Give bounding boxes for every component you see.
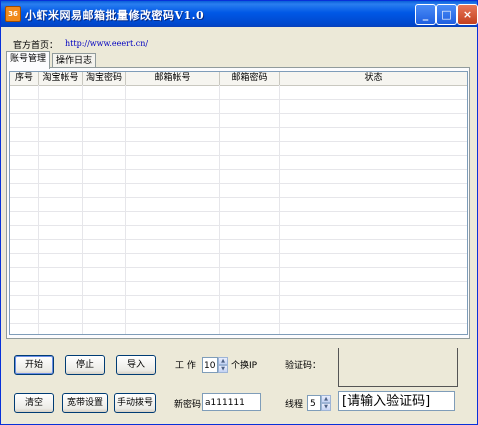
work-count-spinner[interactable]: ▲ ▼ (218, 357, 228, 373)
table-row-divider (10, 155, 467, 156)
table-row-divider (10, 253, 467, 254)
column-header-email-account[interactable]: 邮箱帐号 (126, 72, 220, 85)
table-column-divider (38, 85, 39, 334)
table-row-divider (10, 281, 467, 282)
table-row-divider (10, 183, 467, 184)
table-row-divider (10, 309, 467, 310)
manual-dial-button[interactable]: 手动拨号 (114, 393, 156, 413)
column-header-taobao-account[interactable]: 淘宝帐号 (39, 72, 83, 85)
table-row-divider (10, 169, 467, 170)
spin-down-icon[interactable]: ▼ (321, 403, 331, 411)
work-label: 工 作 (175, 361, 196, 371)
column-header-taobao-password[interactable]: 淘宝密码 (83, 72, 126, 85)
table-row-divider (10, 197, 467, 198)
homepage-label: 官方首页： (13, 41, 59, 51)
table-row-divider (10, 323, 467, 324)
tab-account-management[interactable]: 账号管理 (6, 51, 51, 69)
broadband-settings-button[interactable]: 宽带设置 (62, 393, 108, 413)
homepage-link[interactable]: http://www.eeert.cn/ (65, 39, 148, 48)
table-column-divider (82, 85, 83, 334)
table-row-divider (10, 225, 467, 226)
tab-panel: 序号 淘宝帐号 淘宝密码 邮箱帐号 邮箱密码 状态 (6, 67, 470, 339)
captcha-image (338, 348, 458, 387)
table-row-divider (10, 239, 467, 240)
title-bar[interactable]: 36 小虾米网易邮箱批量修改密码V1.0 _ □ × (1, 1, 478, 27)
column-header-index[interactable]: 序号 (10, 72, 39, 85)
table-row-divider (10, 127, 467, 128)
captcha-label: 验证码： (285, 361, 322, 371)
stop-button[interactable]: 停止 (65, 355, 105, 375)
minimize-icon: _ (422, 8, 429, 21)
table-column-divider (125, 85, 126, 334)
minimize-button[interactable]: _ (415, 4, 436, 25)
window-title: 小虾米网易邮箱批量修改密码V1.0 (25, 9, 205, 22)
table-row-divider (10, 211, 467, 212)
account-table[interactable]: 序号 淘宝帐号 淘宝密码 邮箱帐号 邮箱密码 状态 (9, 71, 468, 335)
table-header: 序号 淘宝帐号 淘宝密码 邮箱帐号 邮箱密码 状态 (10, 72, 467, 86)
spin-up-icon[interactable]: ▲ (218, 357, 228, 365)
threads-input[interactable]: 5 (307, 395, 321, 411)
close-icon: × (462, 8, 473, 21)
spin-up-icon[interactable]: ▲ (321, 395, 331, 403)
table-row-divider (10, 113, 467, 114)
column-header-status[interactable]: 状态 (280, 72, 467, 85)
new-password-input[interactable]: a111111 (202, 393, 261, 411)
table-row-divider (10, 141, 467, 142)
maximize-button[interactable]: □ (436, 4, 457, 25)
new-password-label: 新密码 (174, 400, 202, 410)
switch-ip-label: 个换IP (231, 361, 258, 371)
start-button[interactable]: 开始 (14, 355, 54, 375)
table-column-divider (279, 85, 280, 334)
main-window: 36 小虾米网易邮箱批量修改密码V1.0 _ □ × 官方首页： http://… (0, 0, 478, 425)
spin-down-icon[interactable]: ▼ (218, 365, 228, 373)
table-column-divider (219, 85, 220, 334)
table-row-divider (10, 267, 467, 268)
import-button[interactable]: 导入 (116, 355, 156, 375)
app-icon: 36 (5, 6, 21, 22)
work-count-input[interactable]: 10 (202, 357, 218, 373)
clear-button[interactable]: 清空 (14, 393, 54, 413)
table-row-divider (10, 295, 467, 296)
table-row-divider (10, 99, 467, 100)
captcha-input[interactable]: [请输入验证码] (338, 391, 455, 411)
threads-spinner[interactable]: ▲ ▼ (321, 395, 331, 411)
maximize-icon: □ (441, 8, 452, 21)
column-header-email-password[interactable]: 邮箱密码 (220, 72, 280, 85)
close-button[interactable]: × (457, 4, 478, 25)
threads-label: 线程 (285, 400, 304, 410)
